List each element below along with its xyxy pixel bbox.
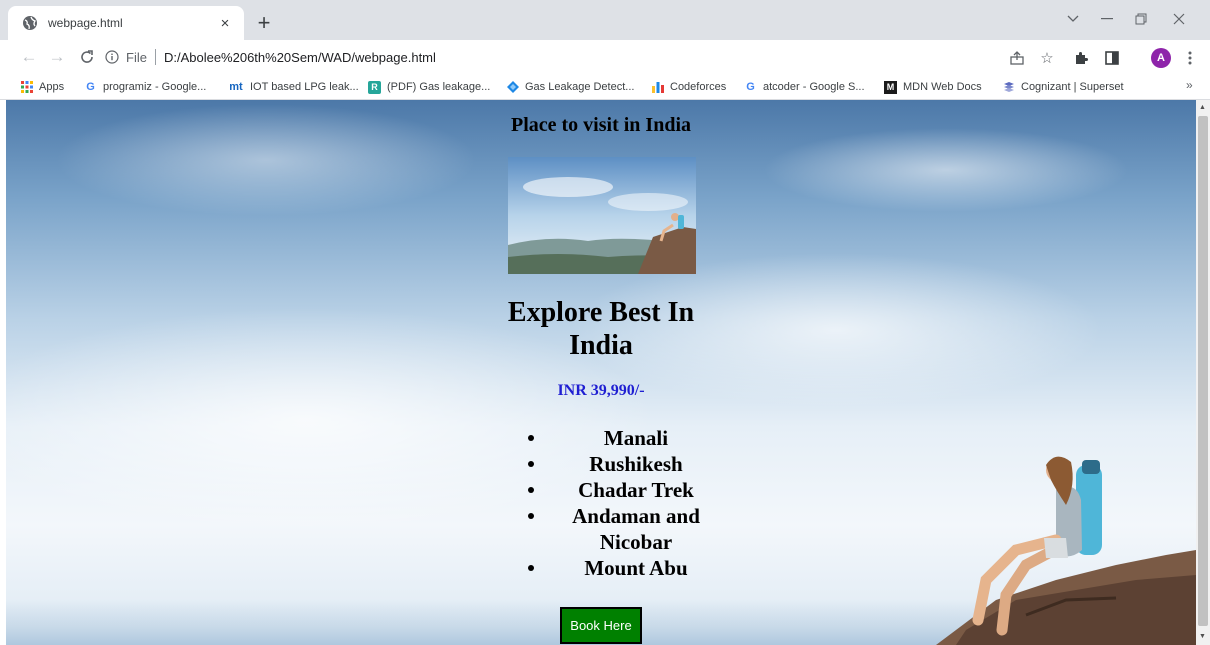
bookmark-label: Gas Leakage Detect... bbox=[525, 81, 635, 93]
scheme-label: File bbox=[126, 49, 147, 65]
list-item: Mount Abu bbox=[526, 555, 716, 581]
address-bar[interactable]: File D:/Abolee%206th%20Sem/WAD/webpage.h… bbox=[104, 44, 984, 70]
bookmark-label: programiz - Google... bbox=[103, 81, 207, 93]
omnibox-divider bbox=[154, 49, 156, 65]
explore-title: Explore Best In India bbox=[507, 297, 695, 361]
bookmark-label: Cognizant | Superset bbox=[1021, 81, 1124, 93]
info-icon[interactable] bbox=[104, 49, 120, 65]
scroll-down-arrow-icon[interactable]: ▼ bbox=[1199, 633, 1206, 640]
place-name: Mount Abu bbox=[584, 556, 688, 580]
researchgate-icon: R bbox=[368, 80, 381, 94]
bookmarks-overflow-button[interactable]: » bbox=[1186, 78, 1193, 92]
bookmark-gas-leakage-detect[interactable]: Gas Leakage Detect... bbox=[506, 79, 634, 95]
new-tab-button[interactable]: + bbox=[252, 11, 276, 35]
apps-grid-icon bbox=[20, 81, 33, 94]
bookmark-label: MDN Web Docs bbox=[903, 81, 982, 93]
bullet-icon bbox=[528, 461, 534, 467]
bullet-icon bbox=[528, 565, 534, 571]
mt-icon: mt bbox=[229, 81, 243, 93]
tab-close-icon[interactable]: × bbox=[216, 14, 234, 32]
list-item: Manali bbox=[526, 425, 716, 451]
bookmark-label: IOT based LPG leak... bbox=[250, 81, 359, 93]
place-name: Chadar Trek bbox=[578, 478, 694, 502]
profile-avatar[interactable]: A bbox=[1151, 48, 1171, 68]
bookmark-label: Codeforces bbox=[670, 81, 727, 93]
reload-button[interactable] bbox=[76, 46, 98, 68]
bookmarks-bar: Apps G programiz - Google... mt IOT base… bbox=[0, 74, 1210, 100]
hero-image bbox=[508, 157, 696, 274]
place-name: Manali bbox=[603, 426, 669, 450]
list-item: Rushikesh bbox=[526, 451, 716, 477]
bookmark-programiz[interactable]: G programiz - Google... bbox=[84, 79, 206, 95]
bullet-icon bbox=[528, 513, 534, 519]
page-content: Place to visit in India Explore Best In … bbox=[6, 100, 1196, 645]
bookmark-label: Apps bbox=[39, 81, 65, 93]
url-text[interactable]: D:/Abolee%206th%20Sem/WAD/webpage.html bbox=[164, 50, 436, 65]
cognizant-icon bbox=[1002, 81, 1015, 94]
share-icon[interactable] bbox=[1007, 48, 1027, 68]
tab-title: webpage.html bbox=[48, 16, 123, 30]
place-name: Andaman and Nicobar bbox=[572, 504, 700, 554]
google-icon: G bbox=[746, 81, 755, 93]
bullet-icon bbox=[528, 487, 534, 493]
bullet-icon bbox=[528, 435, 534, 441]
page-scrollbar[interactable]: ▲ ▼ bbox=[1196, 100, 1210, 645]
scrollbar-thumb[interactable] bbox=[1198, 116, 1208, 626]
bookmark-apps[interactable]: Apps bbox=[20, 79, 64, 95]
mdn-icon: M bbox=[884, 80, 897, 94]
bookmark-pdf-gas-leakage[interactable]: R (PDF) Gas leakage... bbox=[368, 79, 490, 95]
back-button[interactable]: ← bbox=[18, 46, 40, 68]
bookmark-cognizant[interactable]: Cognizant | Superset bbox=[1002, 79, 1124, 95]
close-window-button[interactable] bbox=[1164, 8, 1194, 30]
bookmark-mdn[interactable]: M MDN Web Docs bbox=[884, 79, 982, 95]
scroll-up-arrow-icon[interactable]: ▲ bbox=[1199, 104, 1206, 111]
codeforces-icon bbox=[651, 81, 664, 94]
bookmark-iot-lpg[interactable]: mt IOT based LPG leak... bbox=[228, 79, 359, 95]
minimize-button[interactable] bbox=[1092, 8, 1122, 30]
bookmark-star-icon[interactable]: ☆ bbox=[1037, 48, 1057, 68]
bookmark-label: (PDF) Gas leakage... bbox=[387, 81, 491, 93]
list-item: Chadar Trek bbox=[526, 477, 716, 503]
google-icon: G bbox=[86, 81, 95, 93]
tab-strip: webpage.html × + bbox=[0, 0, 1210, 40]
forward-button[interactable]: → bbox=[46, 46, 68, 68]
globe-icon bbox=[22, 15, 38, 31]
book-here-button[interactable]: Book Here bbox=[560, 607, 642, 644]
extensions-puzzle-icon[interactable] bbox=[1071, 48, 1091, 68]
page-heading: Place to visit in India bbox=[510, 114, 691, 136]
page-viewport: Place to visit in India Explore Best In … bbox=[6, 100, 1196, 645]
bookmark-atcoder[interactable]: G atcoder - Google S... bbox=[744, 79, 865, 95]
place-name: Rushikesh bbox=[589, 452, 683, 476]
places-list: Manali Rushikesh Chadar Trek Andaman and… bbox=[526, 425, 716, 581]
browser-toolbar: ← → File D:/Abolee%206th%20Sem/WAD/webpa… bbox=[0, 40, 1210, 74]
diamond-icon bbox=[506, 81, 519, 94]
bookmark-label: atcoder - Google S... bbox=[763, 81, 865, 93]
bookmark-codeforces[interactable]: Codeforces bbox=[651, 79, 726, 95]
tab-webpage[interactable]: webpage.html × bbox=[8, 6, 244, 40]
price-label: INR 39,990/- bbox=[557, 382, 645, 399]
tab-search-chevron-icon[interactable] bbox=[1058, 8, 1088, 30]
restore-button[interactable] bbox=[1126, 8, 1156, 30]
list-item: Andaman and Nicobar bbox=[526, 503, 716, 555]
menu-kebab-icon[interactable] bbox=[1180, 48, 1200, 68]
side-panel-icon[interactable] bbox=[1102, 48, 1122, 68]
